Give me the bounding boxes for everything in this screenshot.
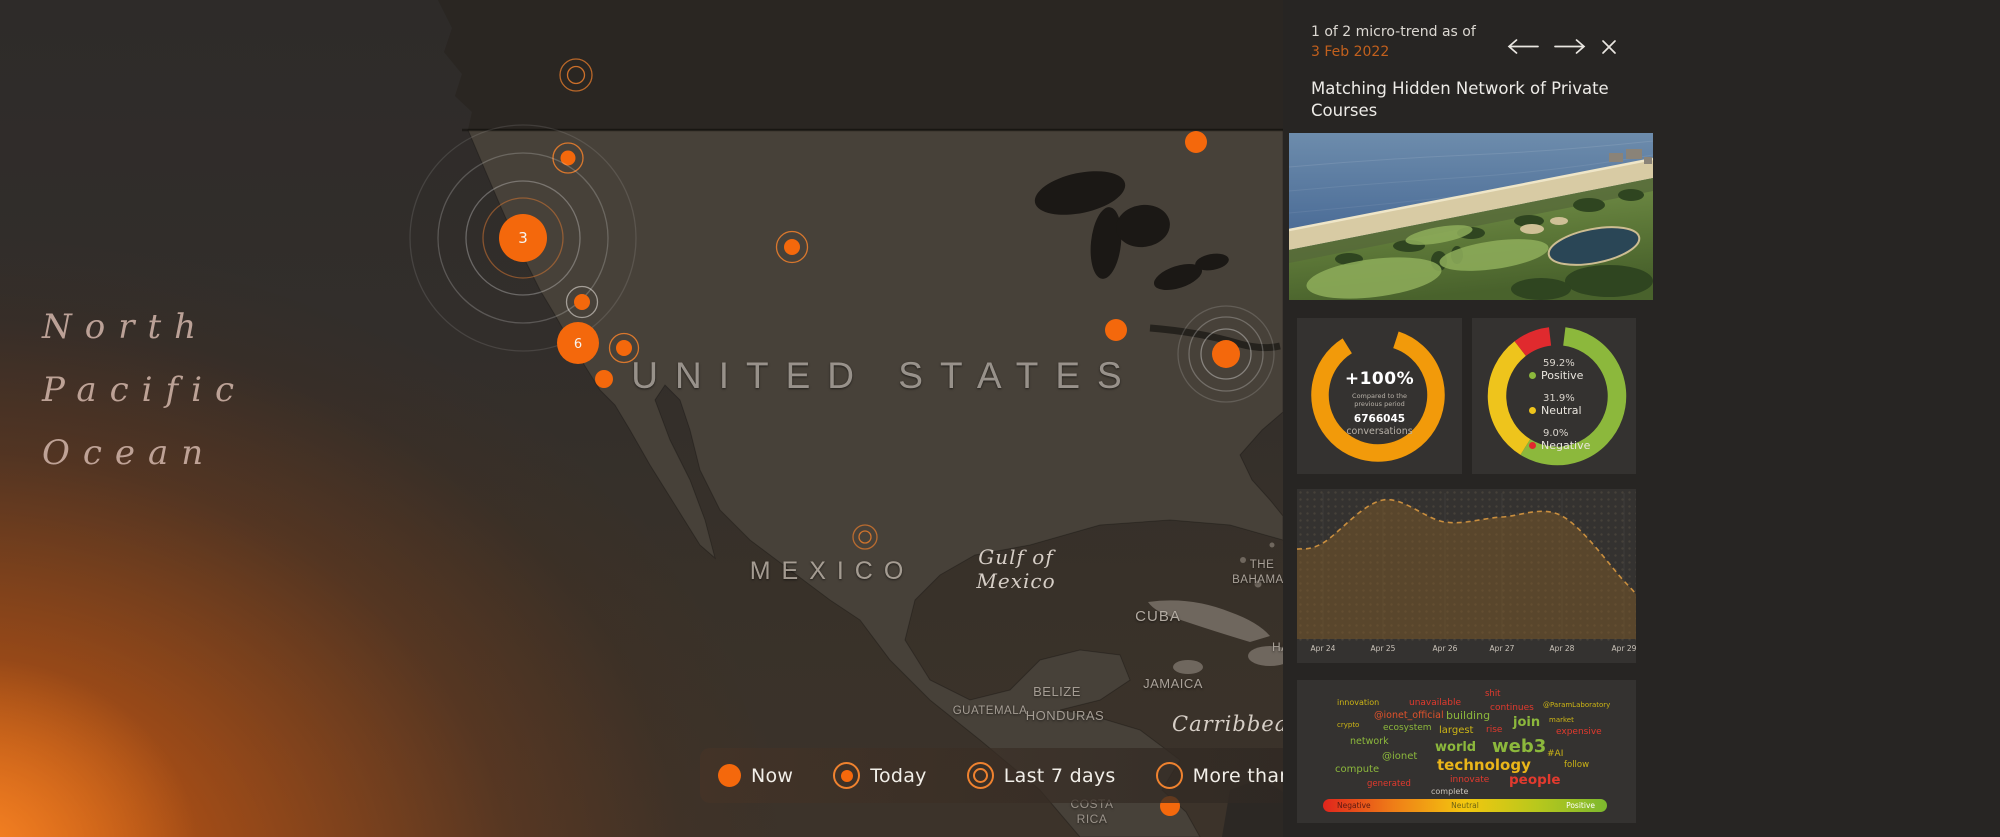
sentiment-dot-icon: [1529, 372, 1536, 379]
legend-last7-icon: [967, 762, 994, 789]
sentiment-legend: 59.2%Positive 31.9%Neutral 9.0%Negative: [1529, 358, 1590, 463]
scale-neutral-label: Neutral: [1451, 801, 1479, 810]
map-marker[interactable]: [560, 59, 592, 91]
legend-item-older[interactable]: More than 7 days ago: [1156, 762, 1283, 789]
prev-arrow-icon[interactable]: [1507, 38, 1539, 55]
wordcloud-word: crypto: [1337, 722, 1359, 729]
svg-text:3: 3: [518, 229, 528, 247]
map-markers-layer: 36: [0, 0, 1283, 837]
conversation-caption: conversations: [1297, 426, 1462, 437]
trend-counter: 1 of 2 micro-trend as of: [1311, 22, 1476, 42]
sentiment-legend-item: 31.9%Neutral: [1529, 393, 1590, 417]
wordcloud-word: shit: [1485, 690, 1501, 699]
map-marker[interactable]: [610, 334, 639, 363]
wordcloud-word: network: [1350, 737, 1389, 747]
trend-title: Matching Hidden Network of Private Cours…: [1311, 78, 1616, 122]
wordcloud-word: people: [1509, 774, 1561, 788]
trend-photo: [1289, 133, 1653, 300]
map-marker[interactable]: [595, 370, 613, 388]
map-marker[interactable]: [777, 232, 808, 263]
wordcloud-word: ecosystem: [1383, 724, 1432, 733]
map-canvas[interactable]: North Pacific OceanUNITED STATESMEXICOGu…: [0, 0, 1283, 837]
wordcloud-word: follow: [1564, 761, 1589, 770]
wordcloud-word: largest: [1439, 726, 1473, 736]
wordcloud-word: unavailable: [1409, 699, 1461, 708]
sentiment-legend-item: 9.0%Negative: [1529, 428, 1590, 452]
volume-change: +100%: [1297, 369, 1462, 389]
legend-older-icon: [1156, 762, 1183, 789]
scale-positive-label: Positive: [1566, 801, 1595, 810]
wordcloud-word: technology: [1437, 758, 1531, 773]
legend-now-icon: [718, 764, 741, 787]
map-marker[interactable]: [1105, 319, 1127, 341]
sentiment-dot-icon: [1529, 442, 1536, 449]
map-marker[interactable]: 3: [410, 125, 636, 351]
sentiment-donut-widget: 59.2%Positive 31.9%Neutral 9.0%Negative: [1472, 318, 1636, 474]
map-marker[interactable]: [553, 143, 583, 173]
svg-text:6: 6: [574, 337, 582, 352]
legend-item-last7[interactable]: Last 7 days: [967, 762, 1116, 789]
volume-caption-1: Compared to the: [1297, 392, 1462, 400]
area-chart-plot: [1297, 489, 1636, 641]
next-arrow-icon[interactable]: [1554, 38, 1586, 55]
wordcloud-word: join: [1513, 716, 1540, 729]
x-axis-tick: Apr 25: [1371, 644, 1396, 653]
map-marker[interactable]: [853, 525, 877, 549]
wordcloud-word: @ParamLaboratory: [1543, 702, 1610, 709]
wordcloud-word: complete: [1431, 788, 1468, 796]
sentiment-legend-item: 59.2%Positive: [1529, 358, 1590, 382]
trend-date: 3 Feb 2022: [1311, 42, 1476, 62]
legend-label: Now: [751, 765, 793, 787]
legend-label: Last 7 days: [1004, 765, 1116, 787]
volume-caption-2: previous period: [1297, 400, 1462, 408]
volume-donut-widget: +100% Compared to the previous period 67…: [1297, 318, 1462, 474]
volume-area-chart: Apr 24 Apr 25 Apr 26 Apr 27 Apr 28 Apr 29: [1297, 489, 1636, 663]
x-axis-tick: Apr 24: [1311, 644, 1336, 653]
trend-panel: 1 of 2 micro-trend as of 3 Feb 2022 Matc…: [1283, 0, 2000, 837]
legend-today-icon: [833, 762, 860, 789]
legend-label: Today: [870, 765, 926, 787]
map-marker[interactable]: [567, 287, 598, 318]
wordcloud-word: innovate: [1450, 776, 1489, 785]
legend-label: More than 7 days ago: [1193, 765, 1283, 787]
x-axis-tick: Apr 29: [1612, 644, 1637, 653]
panel-nav: [1507, 38, 1617, 55]
wordcloud-word: @ionet_official: [1374, 711, 1444, 721]
wordcloud-word: market: [1549, 717, 1574, 724]
x-axis-tick: Apr 27: [1490, 644, 1515, 653]
legend-item-now[interactable]: Now: [718, 764, 793, 787]
close-icon[interactable]: [1601, 39, 1617, 55]
wordcloud-word: generated: [1367, 780, 1411, 789]
wordcloud-word: compute: [1335, 765, 1379, 775]
panel-header: 1 of 2 micro-trend as of 3 Feb 2022: [1311, 22, 1476, 62]
wordcloud-word: world: [1435, 741, 1476, 754]
wordcloud-word: #AI: [1547, 750, 1563, 759]
wordcloud-word: innovation: [1337, 699, 1379, 707]
conversation-count: 6766045: [1297, 413, 1462, 425]
scale-negative-label: Negative: [1337, 801, 1371, 810]
map-marker[interactable]: [1185, 131, 1207, 153]
wordcloud-word: building: [1446, 710, 1490, 721]
map-marker[interactable]: [1178, 306, 1274, 402]
area-chart-x-axis: Apr 24 Apr 25 Apr 26 Apr 27 Apr 28 Apr 29: [1297, 644, 1636, 660]
wordcloud-word: web3: [1492, 738, 1546, 756]
wordcloud-word: continues: [1490, 704, 1534, 713]
app-root: North Pacific OceanUNITED STATESMEXICOGu…: [0, 0, 2000, 837]
wordcloud-word: @ionet: [1382, 752, 1417, 762]
sentiment-dot-icon: [1529, 407, 1536, 414]
map-marker[interactable]: 6: [557, 322, 599, 364]
x-axis-tick: Apr 26: [1433, 644, 1458, 653]
wordcloud-widget: innovation unavailable @ionet_officialbuil…: [1297, 680, 1636, 823]
wordcloud-word: rise: [1486, 726, 1502, 735]
wordcloud-word: expensive: [1556, 728, 1602, 737]
x-axis-tick: Apr 28: [1550, 644, 1575, 653]
map-legend: Now Today Last 7 days More than 7 days ago: [700, 748, 1283, 803]
legend-item-today[interactable]: Today: [833, 762, 926, 789]
